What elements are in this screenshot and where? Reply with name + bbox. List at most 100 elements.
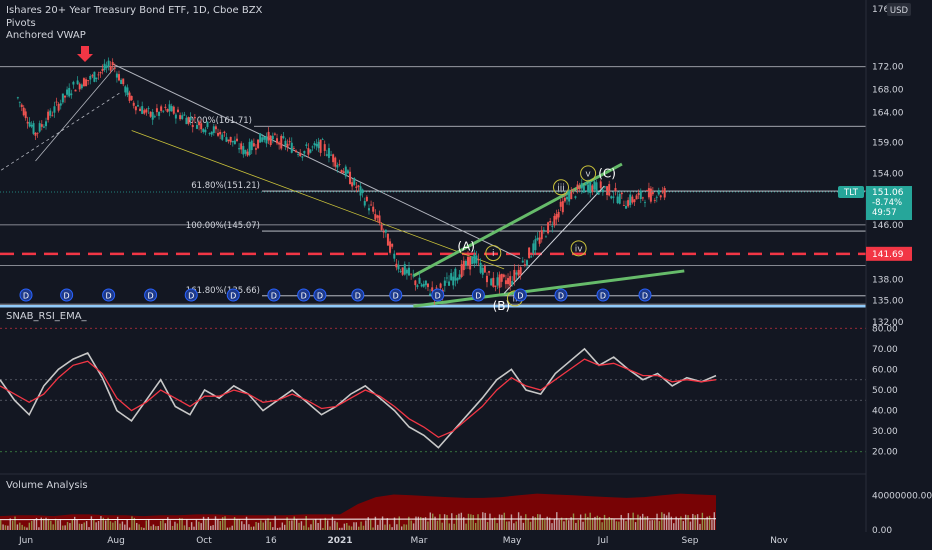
candle-body — [179, 115, 182, 120]
volume-bar — [665, 515, 668, 530]
volume-bar — [219, 520, 221, 530]
volume-bar — [105, 520, 107, 530]
volume-bar — [637, 514, 639, 530]
candle-body — [408, 267, 411, 276]
candle-body — [627, 200, 630, 207]
volume-bar — [610, 518, 613, 530]
candle-body — [622, 205, 625, 206]
candle-body — [269, 135, 272, 145]
candle-body — [282, 136, 285, 139]
candle-body — [153, 116, 156, 118]
candle-body — [208, 133, 211, 135]
candle-body — [248, 141, 251, 156]
candle-body — [149, 111, 152, 117]
indicator-pivots-label[interactable]: Pivots — [6, 18, 36, 29]
volume-bar — [661, 512, 663, 530]
candle-body — [395, 263, 398, 268]
dividend-marker-label: D — [64, 292, 70, 301]
candle-body — [443, 280, 446, 286]
volume-bar — [21, 524, 23, 530]
candle-body — [183, 114, 186, 116]
candle-body — [431, 287, 434, 292]
volume-bar — [630, 518, 632, 530]
candle-body — [382, 231, 385, 233]
dividend-marker-label: D — [301, 292, 307, 301]
candle-body — [460, 264, 463, 277]
candle-body — [502, 274, 505, 277]
volume-bar — [577, 520, 579, 530]
volume-bar — [455, 514, 458, 530]
candle-body — [257, 139, 260, 149]
candle-body — [370, 204, 373, 206]
candle-body — [532, 243, 535, 254]
candle-body — [566, 196, 569, 200]
candle-body — [391, 243, 394, 247]
candle-body — [490, 278, 493, 286]
volume-indicator-title[interactable]: Volume Analysis — [6, 480, 88, 491]
candle-body — [547, 222, 550, 234]
candle-body — [513, 269, 516, 281]
candle-body — [612, 196, 615, 198]
volume-bar — [288, 520, 291, 530]
volume-bar — [551, 523, 553, 530]
volume-bar — [262, 522, 264, 530]
volume-bar — [704, 518, 706, 530]
volume-bar — [310, 524, 312, 530]
rsi-ema-line — [0, 358, 717, 439]
volume-bar — [14, 516, 16, 530]
volume-bar — [272, 527, 274, 530]
candle-body — [538, 237, 541, 244]
tradingview-chart[interactable]: 0.00%(161.71)61.80%(151.21)100.00%(145.0… — [0, 0, 932, 550]
volume-bar — [126, 519, 128, 530]
candle-body — [448, 281, 451, 286]
time-axis[interactable]: Jun Aug Oct 16 2021 Mar May Jul Sep Nov — [18, 536, 788, 546]
candle-body — [55, 101, 58, 103]
candle-body — [66, 89, 69, 95]
wave-label: v — [585, 169, 591, 179]
wave-label: (A) — [457, 239, 475, 253]
candle-body — [93, 71, 96, 82]
candle-body — [563, 197, 566, 202]
candle-body — [485, 275, 488, 283]
candle-body — [130, 95, 133, 101]
rsi-tick-label: 70.00 — [872, 345, 898, 355]
volume-bar — [651, 520, 653, 530]
candle-body — [97, 74, 100, 76]
candle-body — [653, 200, 656, 201]
candle-body — [120, 79, 123, 84]
volume-bar — [231, 525, 233, 530]
sell-arrow-icon — [77, 46, 93, 62]
indicator-anchored-vwap-label[interactable]: Anchored VWAP — [6, 30, 86, 41]
time-tick-label: Nov — [770, 536, 788, 546]
volume-bar — [677, 518, 680, 530]
dividend-marker-label: D — [271, 292, 277, 301]
rsi-indicator-title[interactable]: SNAB_RSI_EMA_ — [6, 311, 87, 322]
volume-pane[interactable]: 40000000.00 0.00 — [0, 491, 932, 536]
volume-bar — [429, 512, 431, 530]
candle-body — [321, 139, 324, 140]
volume-bar — [696, 514, 699, 530]
volume-bar — [293, 516, 295, 530]
candle-body — [164, 106, 167, 108]
volume-bar — [190, 522, 193, 530]
price-tick-label: 172.00 — [872, 63, 904, 73]
wave-label: (C) — [598, 166, 616, 180]
volume-bar — [346, 522, 348, 530]
candle-body — [378, 215, 381, 223]
candle-body — [603, 186, 606, 188]
volume-bar — [312, 520, 315, 530]
volume-bar — [140, 527, 143, 530]
dividend-marker-label: D — [148, 292, 154, 301]
candle-body — [528, 247, 531, 258]
volume-bar — [687, 515, 689, 530]
candle-body — [278, 142, 281, 145]
volume-bar — [642, 513, 644, 530]
candle-body — [574, 196, 577, 198]
rsi-pane[interactable]: 80.0070.0060.0050.0040.0030.0020.00 — [0, 324, 898, 458]
volume-bar — [436, 520, 439, 530]
volume-bar — [556, 512, 558, 530]
candle-body — [141, 106, 144, 114]
volume-bar — [284, 524, 286, 530]
volume-bar — [358, 526, 360, 530]
volume-bar — [303, 525, 305, 530]
